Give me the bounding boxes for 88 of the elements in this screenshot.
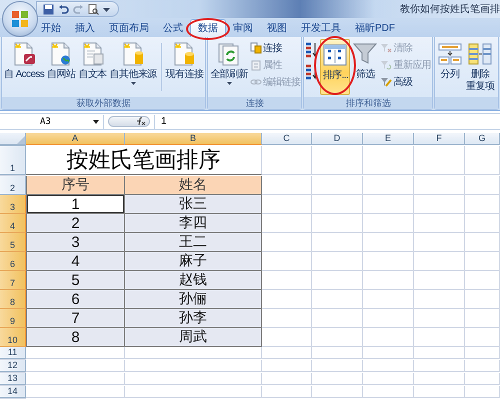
ribbon-button[interactable]: 自 Access xyxy=(3,39,46,95)
column-heading-cell: 姓名 xyxy=(125,176,262,195)
ribbon-small-button[interactable]: 高级 xyxy=(380,74,432,89)
undo-icon[interactable] xyxy=(58,4,69,14)
function-icon[interactable] xyxy=(134,117,146,126)
table-cell: 2 xyxy=(26,214,125,233)
row-header[interactable]: 10 xyxy=(0,328,26,347)
row-header[interactable]: 6 xyxy=(0,252,26,271)
ribbon-tab[interactable]: 数据 xyxy=(190,19,226,37)
ribbon-tab[interactable]: 页面布局 xyxy=(102,20,156,37)
save-icon[interactable] xyxy=(43,4,54,14)
row-header[interactable]: 5 xyxy=(0,233,26,252)
ribbon-button[interactable]: 删除 重复项 xyxy=(465,39,496,95)
globe-document-icon xyxy=(52,42,70,66)
column-header[interactable]: E xyxy=(363,133,414,144)
advanced-filter-icon xyxy=(380,76,392,88)
print-preview-icon[interactable] xyxy=(88,4,99,14)
ribbon-button[interactable]: 筛选 xyxy=(351,39,380,95)
formula-bar-handle[interactable] xyxy=(108,116,150,127)
group-label: 连接 xyxy=(208,97,302,109)
ribbon-tab[interactable]: 公式 xyxy=(156,20,190,37)
name-box[interactable]: A3 xyxy=(0,114,104,128)
row-header[interactable]: 13 xyxy=(0,373,26,385)
column-header[interactable]: G xyxy=(465,133,500,144)
ribbon-tab[interactable]: 视图 xyxy=(260,20,294,37)
table-cell: 麻子 xyxy=(125,252,262,271)
ribbon-small-button[interactable]: 连接 xyxy=(250,40,300,55)
table-cell: 5 xyxy=(26,271,125,290)
reapply-filter-icon xyxy=(380,58,392,70)
properties-icon xyxy=(250,58,262,70)
ribbon-tab[interactable]: 审阅 xyxy=(226,20,260,37)
customize-caret-icon[interactable] xyxy=(103,6,110,12)
sheet-title: 按姓氏笔画排序 xyxy=(26,146,262,175)
formula-input[interactable]: 1 xyxy=(154,114,500,128)
ribbon-tab[interactable]: 插入 xyxy=(68,20,102,37)
ribbon-tab[interactable]: 福昕PDF xyxy=(348,20,402,37)
office-logo-icon xyxy=(11,10,29,28)
group-label: 获取外部数据 xyxy=(2,97,206,109)
connections-icon xyxy=(250,42,262,54)
row-header[interactable]: 14 xyxy=(0,386,26,398)
sort-dialog-icon xyxy=(322,42,348,68)
table-cell: 赵钱 xyxy=(125,271,262,290)
split-columns-icon xyxy=(437,41,464,67)
table-cell: 孙俪 xyxy=(125,290,262,309)
triangle-icon xyxy=(17,136,25,144)
caret-icon xyxy=(130,82,136,85)
row-header[interactable]: 11 xyxy=(0,347,26,359)
remove-duplicates-icon xyxy=(467,41,494,67)
column-header[interactable]: D xyxy=(312,133,363,144)
table-cell: 7 xyxy=(26,309,125,328)
clear-filter-icon xyxy=(380,42,392,54)
table-cell: 张三 xyxy=(125,195,262,214)
row-header[interactable]: 4 xyxy=(0,214,26,233)
row-header[interactable]: 2 xyxy=(0,176,26,195)
group-label-band xyxy=(435,97,498,109)
ribbon-button[interactable]: 自文本 xyxy=(77,39,108,95)
column-header[interactable]: F xyxy=(414,133,465,144)
ribbon-tab[interactable]: 开始 xyxy=(34,20,68,37)
row-header[interactable]: 8 xyxy=(0,290,26,309)
table-cell: 4 xyxy=(26,252,125,271)
column-heading-cell: 序号 xyxy=(26,176,125,195)
ribbon-button[interactable]: 自其他来源 xyxy=(108,39,158,95)
column-header[interactable]: B xyxy=(125,133,262,144)
row-header[interactable]: 9 xyxy=(0,309,26,328)
ribbon-button[interactable]: 全部刷新 xyxy=(209,39,249,95)
ribbon-button[interactable]: 现有连接 xyxy=(164,39,204,95)
row-header[interactable]: 1 xyxy=(0,146,26,175)
table-cell: 孙李 xyxy=(125,309,262,328)
ribbon-button[interactable]: 排序... xyxy=(320,39,350,95)
caret-icon xyxy=(226,82,232,85)
group-label: 排序和筛选 xyxy=(304,97,432,109)
table-cell: 1 xyxy=(26,195,125,214)
table-cell: 李四 xyxy=(125,214,262,233)
row-header[interactable]: 3 xyxy=(0,195,26,214)
table-cell: 周武 xyxy=(125,328,262,347)
table-cell: 3 xyxy=(26,233,125,252)
table-cell: 6 xyxy=(26,290,125,309)
column-header[interactable]: C xyxy=(262,133,312,144)
ribbon-tab[interactable]: 开发工具 xyxy=(294,20,348,37)
window-title: 教你如何按姓氏笔画排 xyxy=(400,2,500,16)
row-header[interactable]: 12 xyxy=(0,360,26,372)
ribbon-button[interactable]: 自网站 xyxy=(46,39,76,95)
table-cell: 王二 xyxy=(125,233,262,252)
table-cell: 8 xyxy=(26,328,125,347)
column-header[interactable]: A xyxy=(26,133,125,144)
row-header[interactable]: 7 xyxy=(0,271,26,290)
ribbon-button[interactable]: 分列 xyxy=(436,39,464,95)
caret-icon xyxy=(93,120,99,124)
